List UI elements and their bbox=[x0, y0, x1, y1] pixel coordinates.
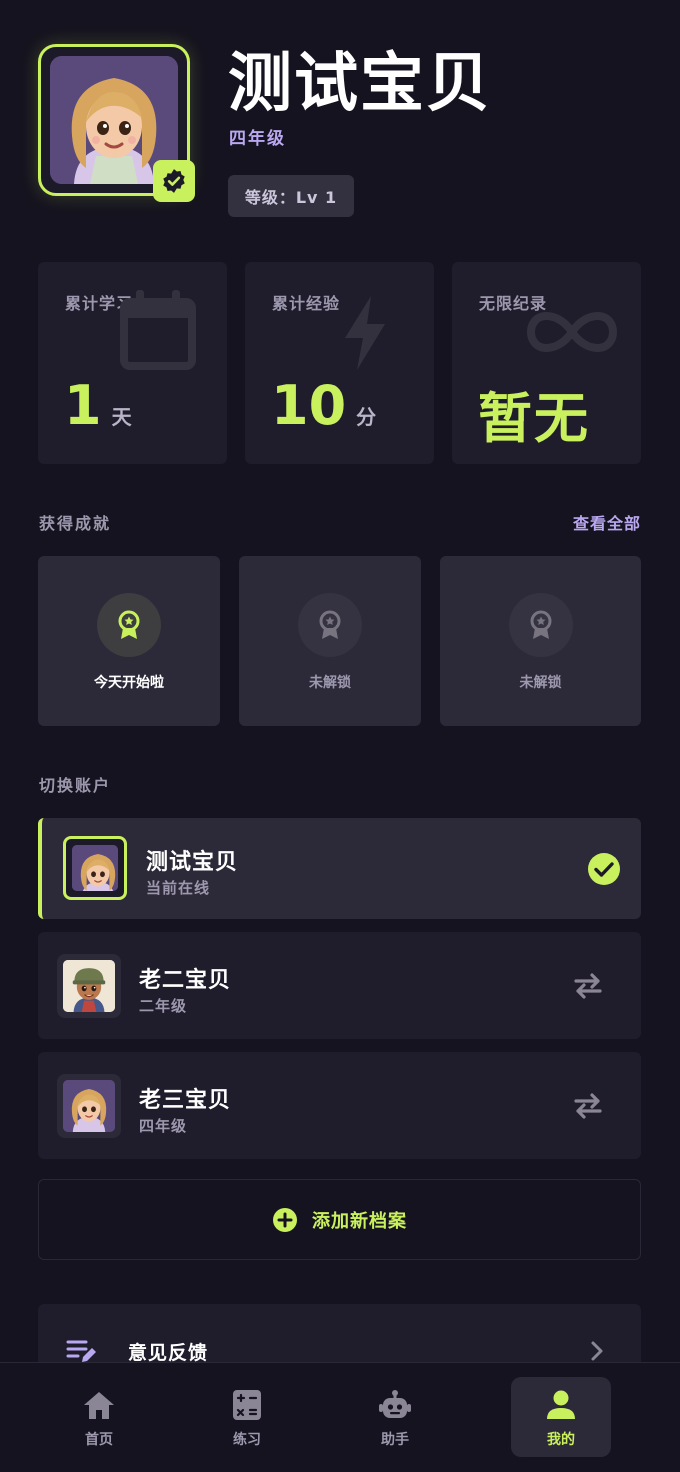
account-name: 测试宝贝 bbox=[146, 850, 239, 875]
infinity-icon bbox=[526, 311, 618, 353]
check-circle-icon bbox=[588, 853, 620, 885]
plus-circle-icon bbox=[273, 1207, 297, 1232]
swap-icon[interactable] bbox=[572, 1092, 604, 1120]
nav-item-mine[interactable]: 我的 bbox=[511, 1377, 611, 1457]
achievement-card-locked[interactable]: 未解锁 bbox=[239, 556, 421, 726]
stat-label: 累计经验 bbox=[272, 294, 341, 313]
chevron-right-icon bbox=[591, 1341, 603, 1361]
accounts-title: 切换账户 bbox=[39, 776, 112, 795]
nav-label: 练习 bbox=[233, 1432, 261, 1448]
robot-icon bbox=[379, 1390, 411, 1418]
avatar bbox=[57, 954, 121, 1018]
stat-value: 10 bbox=[271, 374, 347, 437]
account-sub: 四年级 bbox=[139, 1117, 188, 1135]
nav-label: 首页 bbox=[85, 1432, 113, 1448]
stat-unit: 天 bbox=[111, 405, 132, 429]
stat-unit: 分 bbox=[356, 405, 377, 429]
add-profile-button[interactable]: 添加新档案 bbox=[38, 1179, 641, 1260]
bolt-icon bbox=[345, 296, 385, 370]
feedback-label: 意见反馈 bbox=[128, 1342, 209, 1364]
award-icon bbox=[118, 610, 140, 639]
achievement-badge bbox=[97, 593, 161, 657]
stat-value: 1 bbox=[64, 374, 102, 437]
achievement-badge bbox=[298, 593, 362, 657]
account-name: 老二宝贝 bbox=[139, 968, 232, 993]
stat-value: 暂无 bbox=[478, 387, 590, 450]
account-sub: 二年级 bbox=[139, 997, 188, 1015]
achievement-card-unlocked[interactable]: 今天开始啦 bbox=[38, 556, 220, 726]
achievements-title: 获得成就 bbox=[39, 514, 112, 533]
achievement-label: 今天开始啦 bbox=[94, 675, 164, 691]
stat-card-record: 无限纪录 暂无 bbox=[452, 262, 641, 464]
level-badge: 等级：Lv 1 bbox=[228, 175, 354, 217]
account-item[interactable]: 老二宝贝 二年级 bbox=[38, 932, 641, 1039]
achievement-card-locked[interactable]: 未解锁 bbox=[440, 556, 641, 726]
account-item[interactable]: 老三宝贝 四年级 bbox=[38, 1052, 641, 1159]
swap-icon[interactable] bbox=[572, 972, 604, 1000]
nav-item-assistant[interactable]: 助手 bbox=[345, 1377, 445, 1457]
nav-label: 我的 bbox=[547, 1432, 575, 1448]
calendar-icon bbox=[120, 290, 196, 370]
award-icon bbox=[530, 610, 551, 639]
avatar bbox=[63, 836, 127, 900]
home-icon bbox=[84, 1392, 114, 1419]
add-profile-label: 添加新档案 bbox=[312, 1210, 407, 1232]
stat-card-exp: 累计经验 10 分 bbox=[245, 262, 434, 464]
profile-grade: 四年级 bbox=[229, 129, 286, 149]
bottom-nav: 首页 练习 助手 我的 bbox=[0, 1362, 680, 1472]
award-icon bbox=[319, 610, 341, 639]
achievement-badge bbox=[508, 593, 573, 657]
account-item-active[interactable]: 测试宝贝 当前在线 bbox=[38, 818, 641, 919]
verified-icon bbox=[163, 169, 185, 193]
person-icon bbox=[547, 1390, 575, 1419]
edit-list-icon bbox=[66, 1340, 96, 1362]
nav-item-practice[interactable]: 练习 bbox=[197, 1377, 297, 1457]
stat-card-study: 累计学习 1 天 bbox=[38, 262, 227, 464]
calculator-icon bbox=[233, 1390, 261, 1420]
achievement-label: 未解锁 bbox=[309, 675, 351, 691]
nav-item-home[interactable]: 首页 bbox=[49, 1377, 149, 1457]
verified-badge bbox=[153, 160, 195, 202]
avatar bbox=[57, 1074, 121, 1138]
account-sub: 当前在线 bbox=[146, 879, 211, 897]
view-all-link[interactable]: 查看全部 bbox=[573, 510, 641, 534]
account-name: 老三宝贝 bbox=[139, 1088, 232, 1113]
achievement-label: 未解锁 bbox=[519, 675, 562, 691]
nav-label: 助手 bbox=[381, 1432, 409, 1448]
profile-name: 测试宝贝 bbox=[228, 47, 492, 121]
